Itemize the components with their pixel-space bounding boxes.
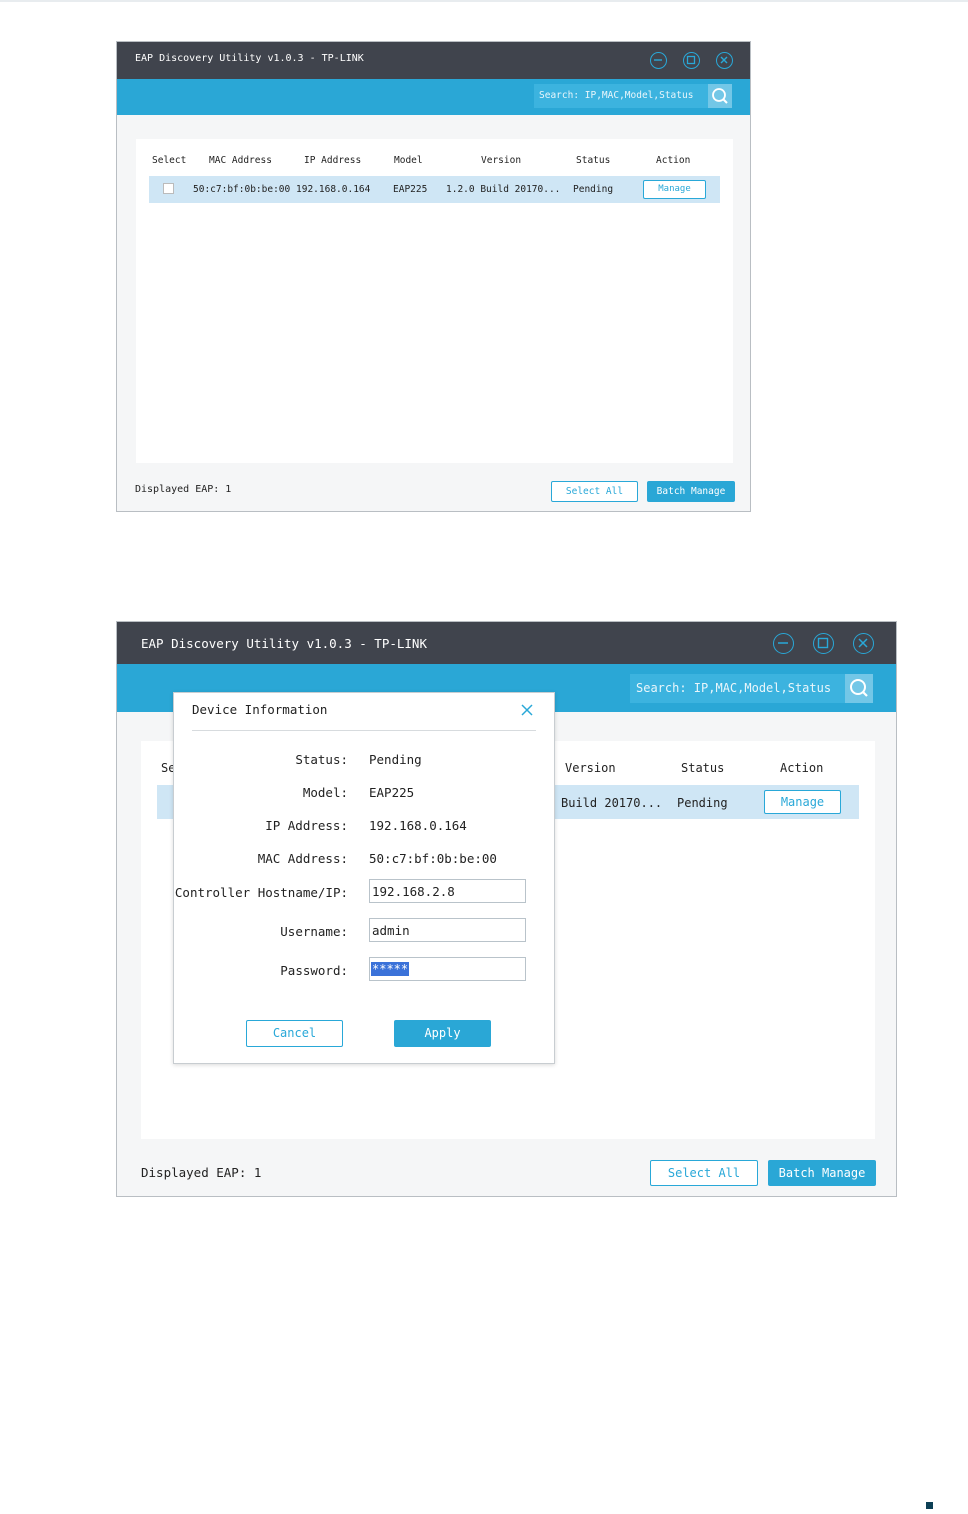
username-label: Username: <box>280 924 348 939</box>
col-header-model: Model <box>394 155 423 166</box>
search-button[interactable] <box>845 674 873 703</box>
col-header-ip: IP Address <box>304 155 362 166</box>
page-top-rule <box>0 0 968 2</box>
window-title: EAP Discovery Utility v1.0.3 - TP-LINK <box>141 636 427 651</box>
username-input[interactable] <box>369 918 526 942</box>
password-selected-text: ***** <box>371 962 410 976</box>
model-value: EAP225 <box>369 785 415 800</box>
page-marker <box>926 1502 933 1509</box>
password-input[interactable]: ***** <box>369 957 526 981</box>
maximize-icon[interactable] <box>813 633 834 654</box>
row-ip: 192.168.0.164 <box>296 184 371 195</box>
row-version: Build 20170... <box>561 796 663 810</box>
ip-address-value: 192.168.0.164 <box>369 818 467 833</box>
ip-address-label: IP Address: <box>265 818 348 833</box>
dialog-divider <box>192 730 536 731</box>
status-label: Status: <box>295 752 348 767</box>
title-bar: EAP Discovery Utility v1.0.3 - TP-LINK <box>117 622 896 664</box>
minimize-icon[interactable] <box>773 633 794 654</box>
col-header-status: Status <box>681 761 725 775</box>
search-placeholder: Search: IP,MAC,Model,Status <box>636 681 832 695</box>
col-header-status: Status <box>576 155 611 166</box>
controller-hostname-label: Controller Hostname/IP: <box>174 885 348 900</box>
search-icon <box>850 679 868 697</box>
row-version: 1.2.0 Build 20170... <box>446 184 561 195</box>
batch-manage-button[interactable]: Batch Manage <box>768 1160 876 1186</box>
close-icon[interactable] <box>716 52 733 69</box>
controller-hostname-input[interactable] <box>369 879 526 903</box>
table-row[interactable]: 50:c7:bf:0b:be:00 192.168.0.164 EAP225 1… <box>149 176 720 203</box>
displayed-eap-count: Displayed EAP: 1 <box>135 484 232 495</box>
mac-address-value: 50:c7:bf:0b:be:00 <box>369 851 497 866</box>
row-status: Pending <box>573 184 614 195</box>
mac-address-label: MAC Address: <box>257 851 348 866</box>
col-header-action: Action <box>656 155 691 166</box>
row-select-checkbox[interactable] <box>163 183 174 194</box>
window-title: EAP Discovery Utility v1.0.3 - TP-LINK <box>135 53 364 64</box>
cancel-button[interactable]: Cancel <box>246 1020 343 1047</box>
search-input[interactable]: Search: IP,MAC,Model,Status <box>630 674 873 703</box>
batch-manage-button[interactable]: Batch Manage <box>647 481 735 502</box>
close-icon[interactable] <box>853 633 874 654</box>
apply-button[interactable]: Apply <box>394 1020 491 1047</box>
row-mac: 50:c7:bf:0b:be:00 <box>193 184 291 195</box>
maximize-icon[interactable] <box>683 52 700 69</box>
model-label: Model: <box>302 785 348 800</box>
col-header-version: Version <box>565 761 616 775</box>
select-all-button[interactable]: Select All <box>650 1160 758 1186</box>
title-bar: EAP Discovery Utility v1.0.3 - TP-LINK <box>117 42 750 79</box>
col-header-mac: MAC Address <box>209 155 272 166</box>
search-icon <box>712 88 728 104</box>
search-bar: Search: IP,MAC,Model,Status <box>117 79 750 115</box>
manage-button[interactable]: Manage <box>764 790 841 814</box>
minimize-icon[interactable] <box>650 52 667 69</box>
eap-utility-window-small: EAP Discovery Utility v1.0.3 - TP-LINK S… <box>116 41 751 512</box>
dialog-title: Device Information <box>192 702 328 717</box>
password-label: Password: <box>280 963 348 978</box>
status-value: Pending <box>369 752 422 767</box>
col-header-version: Version <box>481 155 522 166</box>
col-header-select: Select <box>152 155 187 166</box>
manage-button[interactable]: Manage <box>643 180 706 199</box>
displayed-eap-count: Displayed EAP: 1 <box>141 1165 262 1180</box>
col-header-action: Action <box>780 761 824 775</box>
select-all-button[interactable]: Select All <box>551 481 638 502</box>
search-placeholder: Search: IP,MAC,Model,Status <box>539 90 694 101</box>
row-status: Pending <box>677 796 728 810</box>
device-list-panel: Select MAC Address IP Address Model Vers… <box>136 139 733 463</box>
search-button[interactable] <box>708 84 732 108</box>
row-model: EAP225 <box>393 184 428 195</box>
device-information-dialog: Device Information Status: Pending Model… <box>173 692 555 1064</box>
close-icon[interactable] <box>519 702 535 718</box>
search-input[interactable]: Search: IP,MAC,Model,Status <box>534 84 732 108</box>
